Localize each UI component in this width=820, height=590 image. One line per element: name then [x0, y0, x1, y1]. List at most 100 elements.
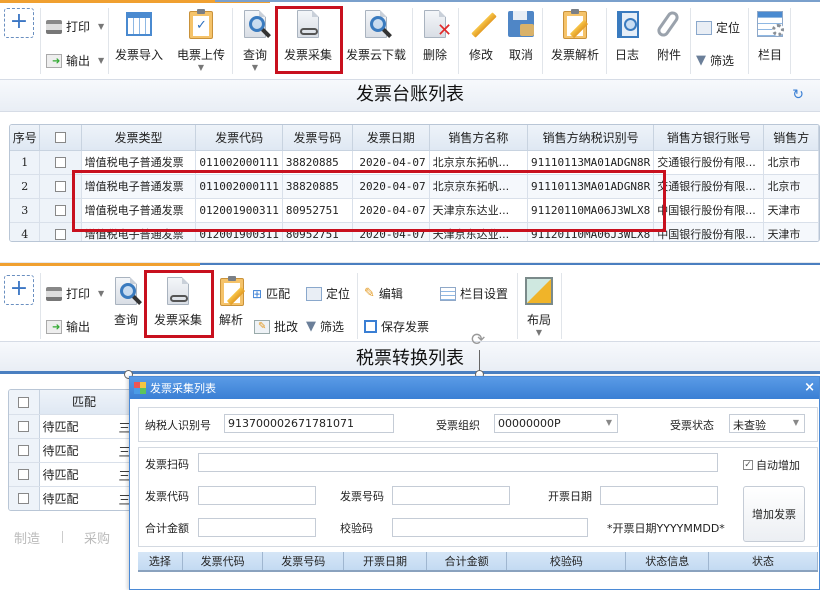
batch-edit-button[interactable]: ✎ 批改 — [254, 318, 298, 335]
status-select[interactable]: 未查验 ▼ — [729, 414, 805, 433]
add-button[interactable]: + — [4, 8, 34, 38]
invoice-parse-button[interactable]: 发票解析 — [548, 8, 602, 63]
row-checkbox[interactable] — [9, 414, 40, 439]
delete-button[interactable]: ✕ 删除 — [418, 8, 452, 63]
close-icon[interactable]: × — [804, 380, 815, 395]
invoice-collect-button[interactable]: 发票采集 — [280, 8, 336, 63]
total-amount-field[interactable] — [198, 518, 316, 537]
export-button[interactable]: ➜ 输出 ▼ — [46, 52, 104, 69]
checkbox[interactable] — [55, 229, 67, 240]
column-settings-button[interactable]: 栏目设置 — [440, 285, 508, 302]
table-row[interactable]: 待匹配三 — [9, 438, 131, 463]
taxpayer-id-field[interactable]: 913700002671781071 — [224, 414, 394, 433]
edit-button[interactable]: 修改 — [464, 8, 498, 63]
log-label: 日志 — [614, 48, 639, 62]
filter-button[interactable]: ▼ 筛选 — [696, 52, 734, 69]
locate-button[interactable]: 定位 — [696, 19, 740, 36]
date-format-hint: *开票日期YYYYMMDD* — [607, 522, 725, 535]
col-header[interactable]: 发票号码 — [262, 552, 345, 572]
col-header[interactable]: 选择 — [138, 552, 183, 572]
col-header[interactable]: 发票号码 — [282, 125, 353, 151]
print-button[interactable]: 打印 ▼ — [46, 285, 104, 302]
col-header[interactable]: 开票日期 — [343, 552, 427, 572]
col-header[interactable]: 销售方名称 — [429, 125, 529, 151]
select-all-checkbox[interactable] — [39, 125, 82, 151]
cancel-button[interactable]: 取消 — [504, 8, 538, 63]
layout-button[interactable]: 布局 ▼ — [522, 275, 556, 337]
invoice-import-button[interactable]: 发票导入 — [114, 8, 164, 63]
org-select[interactable]: 00000000P ▼ — [494, 414, 618, 433]
save-invoice-button[interactable]: 保存发票 — [364, 318, 429, 335]
invoice-number-field[interactable] — [392, 486, 510, 505]
tab-manufacturing[interactable]: 制造 — [14, 528, 40, 547]
col-header[interactable]: 匹配 — [39, 390, 130, 415]
add-button[interactable]: + — [4, 275, 34, 305]
row-checkbox[interactable] — [9, 486, 40, 510]
divider — [40, 273, 41, 339]
row-checkbox[interactable] — [39, 174, 82, 199]
filter-button[interactable]: ▼ 筛选 — [306, 318, 344, 335]
table-row[interactable]: 1 增值税电子普通发票 011002000111 38820885 2020-04-07… — [10, 150, 819, 175]
edit-button[interactable]: ✎ 编辑 — [364, 285, 403, 302]
invoice-collect-button[interactable]: 发票采集 — [150, 275, 206, 328]
col-header[interactable]: 状态信息 — [625, 552, 710, 572]
col-header[interactable]: 发票代码 — [182, 552, 264, 572]
table-row[interactable]: 待匹配三 — [9, 486, 131, 510]
table-row[interactable]: 待匹配三 — [9, 462, 131, 487]
row-checkbox[interactable] — [39, 198, 82, 223]
parse-button[interactable]: 解析 — [216, 275, 246, 328]
export-button[interactable]: ➜ 输出 — [46, 318, 90, 335]
col-header[interactable]: 销售方 — [763, 125, 819, 151]
table-row[interactable]: 待匹配三 — [9, 414, 131, 439]
row-checkbox[interactable] — [9, 438, 40, 463]
search-document-icon — [110, 275, 142, 307]
col-header[interactable]: 销售方银行账号 — [653, 125, 765, 151]
table-row[interactable]: 2 增值税电子普通发票 011002000111 38820885 2020-04-07… — [10, 174, 819, 199]
match-status: 待匹配三 — [39, 438, 131, 463]
row-checkbox[interactable] — [9, 462, 40, 487]
col-header[interactable]: 发票日期 — [352, 125, 430, 151]
col-header[interactable]: 发票类型 — [81, 125, 197, 151]
col-header[interactable]: 状态 — [708, 552, 818, 572]
row-checkbox[interactable] — [39, 222, 82, 241]
scan-field[interactable] — [198, 453, 718, 472]
checkbox[interactable] — [55, 157, 67, 168]
query-button[interactable]: 查询 — [110, 275, 142, 328]
match-button[interactable]: ⊞ 匹配 — [252, 285, 290, 302]
select-all-checkbox[interactable] — [9, 390, 40, 415]
parse-label: 解析 — [218, 313, 243, 327]
col-header[interactable]: 发票代码 — [195, 125, 283, 151]
invoice-date-field[interactable] — [600, 486, 718, 505]
rotate-handle-icon[interactable]: ⟳ — [471, 332, 485, 349]
invoice-cloud-download-button[interactable]: 发票云下载 — [346, 8, 406, 63]
table-row[interactable]: 4 增值税电子普通发票 012001900311 80952751 2020-04-07… — [10, 222, 819, 241]
divider — [357, 273, 358, 339]
invoice-code-field[interactable] — [198, 486, 316, 505]
chevron-down-icon: ▼ — [98, 22, 105, 31]
check-code-field[interactable] — [392, 518, 588, 537]
seller-bank: 交通银行股份有限... — [653, 174, 765, 199]
refresh-icon[interactable]: ↻ — [792, 80, 804, 110]
row-checkbox[interactable] — [39, 150, 82, 175]
divider — [561, 273, 562, 339]
checkbox[interactable] — [55, 205, 67, 216]
auto-add-checkbox[interactable]: ✓ 自动增加 — [743, 457, 800, 473]
col-header[interactable]: 校验码 — [506, 552, 627, 572]
dialog-title-bar[interactable]: 发票采集列表 — [130, 377, 819, 399]
layout-icon — [523, 275, 555, 307]
col-header[interactable]: 序号 — [10, 125, 41, 151]
log-button[interactable]: 日志 — [612, 8, 642, 63]
add-invoice-button[interactable]: 增加发票 — [743, 486, 805, 542]
pencil-icon — [465, 8, 497, 40]
checkbox[interactable] — [55, 181, 67, 192]
col-header[interactable]: 销售方纳税识别号 — [527, 125, 655, 151]
columns-button[interactable]: 栏目 — [754, 8, 786, 63]
locate-button[interactable]: 定位 — [306, 285, 350, 302]
attachment-button[interactable]: 附件 — [652, 8, 686, 63]
print-button[interactable]: 打印 ▼ — [46, 18, 104, 35]
e-invoice-upload-button[interactable]: ✓ 电票上传 ▼ — [174, 8, 228, 72]
tab-purchase[interactable]: 采购 — [84, 528, 110, 547]
col-header[interactable]: 合计金额 — [426, 552, 508, 572]
query-button[interactable]: 查询 ▼ — [238, 8, 272, 72]
table-row[interactable]: 3 增值税电子普通发票 012001900311 80952751 2020-04-07… — [10, 198, 819, 223]
